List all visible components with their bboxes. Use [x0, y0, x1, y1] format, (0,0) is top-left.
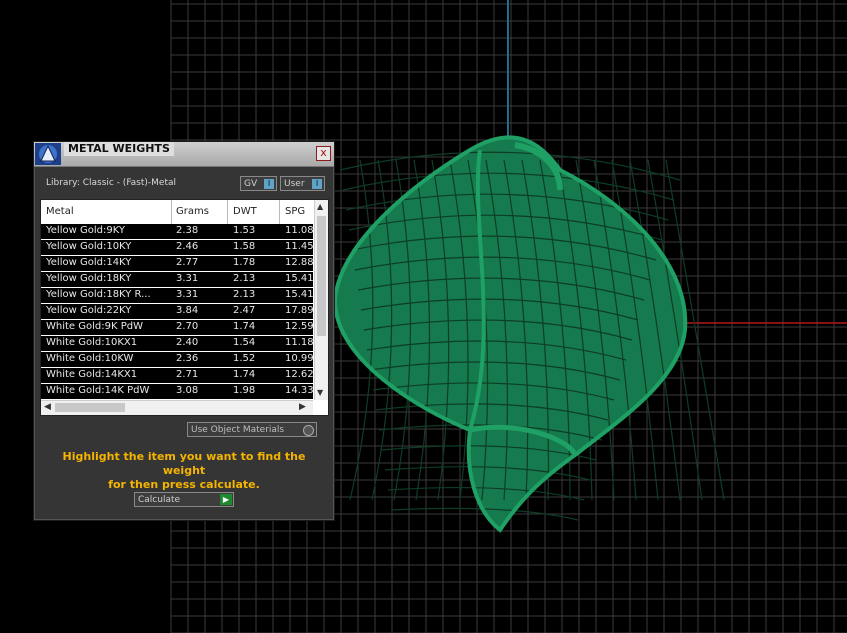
table-row[interactable]: White Gold:14K PdW 3.08 1.98 14.33: [41, 384, 314, 400]
cell-dwt: 1.78: [233, 257, 256, 268]
table-vertical-scrollbar[interactable]: ▲ ▼: [314, 200, 328, 400]
cell-spg: 11.08: [285, 225, 314, 236]
table-row[interactable]: White Gold:14KX1 2.71 1.74 12.62: [41, 368, 314, 384]
cell-metal: White Gold:9K PdW: [46, 321, 143, 332]
cell-spg: 11.18: [285, 337, 314, 348]
cell-grams: 2.71: [176, 369, 199, 380]
cell-grams: 2.36: [176, 353, 199, 364]
cell-grams: 3.84: [176, 305, 199, 316]
user-toggle-icon: I: [312, 179, 322, 189]
gv-toggle-icon: I: [264, 179, 274, 189]
panel-title: METAL WEIGHTS: [64, 142, 174, 156]
cell-metal: Yellow Gold:18KY R...: [46, 289, 151, 300]
cell-spg: 12.59: [285, 321, 314, 332]
gv-toggle-label: GV: [244, 179, 258, 189]
play-icon: ▶: [220, 494, 232, 505]
column-header-metal[interactable]: Metal: [46, 206, 74, 217]
radio-icon[interactable]: [303, 425, 314, 436]
vertical-scroll-thumb[interactable]: [317, 216, 326, 336]
cell-metal: White Gold:10KX1: [46, 337, 138, 348]
instruction-line-2: for then press calculate.: [108, 478, 260, 491]
table-row[interactable]: Yellow Gold:10KY 2.46 1.58 11.45: [41, 240, 314, 256]
metal-weights-panel: METAL WEIGHTS x Library: Classic - (Fast…: [33, 141, 335, 521]
cell-dwt: 1.74: [233, 369, 256, 380]
table-row[interactable]: White Gold:10KW 2.36 1.52 10.99: [41, 352, 314, 368]
cell-spg: 10.99: [285, 353, 314, 364]
table-row[interactable]: Yellow Gold:22KY 3.84 2.47 17.89: [41, 304, 314, 320]
close-button[interactable]: x: [316, 146, 331, 161]
table-row[interactable]: Yellow Gold:18KY 3.31 2.13 15.41: [41, 272, 314, 288]
cell-dwt: 2.47: [233, 305, 256, 316]
cell-grams: 3.08: [176, 385, 199, 396]
horizontal-scroll-thumb[interactable]: [55, 403, 125, 412]
cell-spg: 15.41: [285, 273, 314, 284]
scroll-down-icon[interactable]: ▼: [317, 388, 323, 397]
cell-spg: 17.89: [285, 305, 314, 316]
column-header-spg[interactable]: SPG: [285, 206, 305, 217]
cell-grams: 2.77: [176, 257, 199, 268]
panel-titlebar[interactable]: METAL WEIGHTS x: [34, 142, 334, 167]
table-row[interactable]: White Gold:9K PdW 2.70 1.74 12.59: [41, 320, 314, 336]
cell-spg: 12.62: [285, 369, 314, 380]
cell-spg: 12.88: [285, 257, 314, 268]
user-toggle-label: User: [284, 179, 305, 189]
scroll-up-icon[interactable]: ▲: [317, 202, 323, 211]
pendant-wireframe-model: [332, 135, 725, 533]
cell-grams: 2.38: [176, 225, 199, 236]
app-logo-icon: [35, 143, 61, 165]
table-header: Metal Grams DWT SPG: [41, 200, 313, 225]
table-row[interactable]: Yellow Gold:14KY 2.77 1.78 12.88: [41, 256, 314, 272]
cell-grams: 2.40: [176, 337, 199, 348]
cell-metal: Yellow Gold:22KY: [46, 305, 132, 316]
instruction-line-1: Highlight the item you want to find the …: [62, 450, 306, 477]
table-horizontal-scrollbar[interactable]: ◀ ▶: [41, 400, 313, 415]
table-row[interactable]: White Gold:10KX1 2.40 1.54 11.18: [41, 336, 314, 352]
cell-metal: White Gold:10KW: [46, 353, 134, 364]
cell-metal: Yellow Gold:9KY: [46, 225, 125, 236]
use-object-materials-option[interactable]: Use Object Materials: [187, 422, 317, 437]
cell-grams: 3.31: [176, 273, 199, 284]
cell-dwt: 2.13: [233, 289, 256, 300]
instruction-text: Highlight the item you want to find the …: [44, 450, 324, 492]
cell-spg: 14.33: [285, 385, 314, 396]
library-label: Library: Classic - (Fast)-Metal: [46, 178, 177, 188]
cell-metal: Yellow Gold:14KY: [46, 257, 132, 268]
calculate-button[interactable]: Calculate ▶: [134, 492, 234, 507]
metal-weights-table[interactable]: Metal Grams DWT SPG Yellow Gold:9KY 2.38 1…: [40, 199, 329, 416]
column-header-dwt[interactable]: DWT: [233, 206, 257, 217]
table-row[interactable]: Yellow Gold:9KY 2.38 1.53 11.08: [41, 224, 314, 240]
cell-spg: 11.45: [285, 241, 314, 252]
cell-metal: Yellow Gold:10KY: [46, 241, 132, 252]
cell-dwt: 1.74: [233, 321, 256, 332]
cell-dwt: 1.54: [233, 337, 256, 348]
table-row[interactable]: Yellow Gold:18KY R... 3.31 2.13 15.41: [41, 288, 314, 304]
use-object-materials-label: Use Object Materials: [191, 425, 285, 435]
cell-dwt: 1.58: [233, 241, 256, 252]
table-body: Yellow Gold:9KY 2.38 1.53 11.08 Yellow Gold…: [41, 224, 314, 400]
cell-dwt: 2.13: [233, 273, 256, 284]
scroll-left-icon[interactable]: ◀: [44, 402, 51, 412]
user-toggle-button[interactable]: User I: [280, 176, 325, 191]
cell-grams: 3.31: [176, 289, 199, 300]
cell-dwt: 1.53: [233, 225, 256, 236]
cell-metal: White Gold:14KX1: [46, 369, 138, 380]
column-header-grams[interactable]: Grams: [176, 206, 209, 217]
cell-grams: 2.46: [176, 241, 199, 252]
cell-dwt: 1.98: [233, 385, 256, 396]
cell-grams: 2.70: [176, 321, 199, 332]
cell-spg: 15.41: [285, 289, 314, 300]
gv-toggle-button[interactable]: GV I: [240, 176, 277, 191]
cell-dwt: 1.52: [233, 353, 256, 364]
scroll-right-icon[interactable]: ▶: [299, 402, 306, 412]
cell-metal: White Gold:14K PdW: [46, 385, 150, 396]
calculate-label: Calculate: [138, 495, 181, 505]
cell-metal: Yellow Gold:18KY: [46, 273, 132, 284]
